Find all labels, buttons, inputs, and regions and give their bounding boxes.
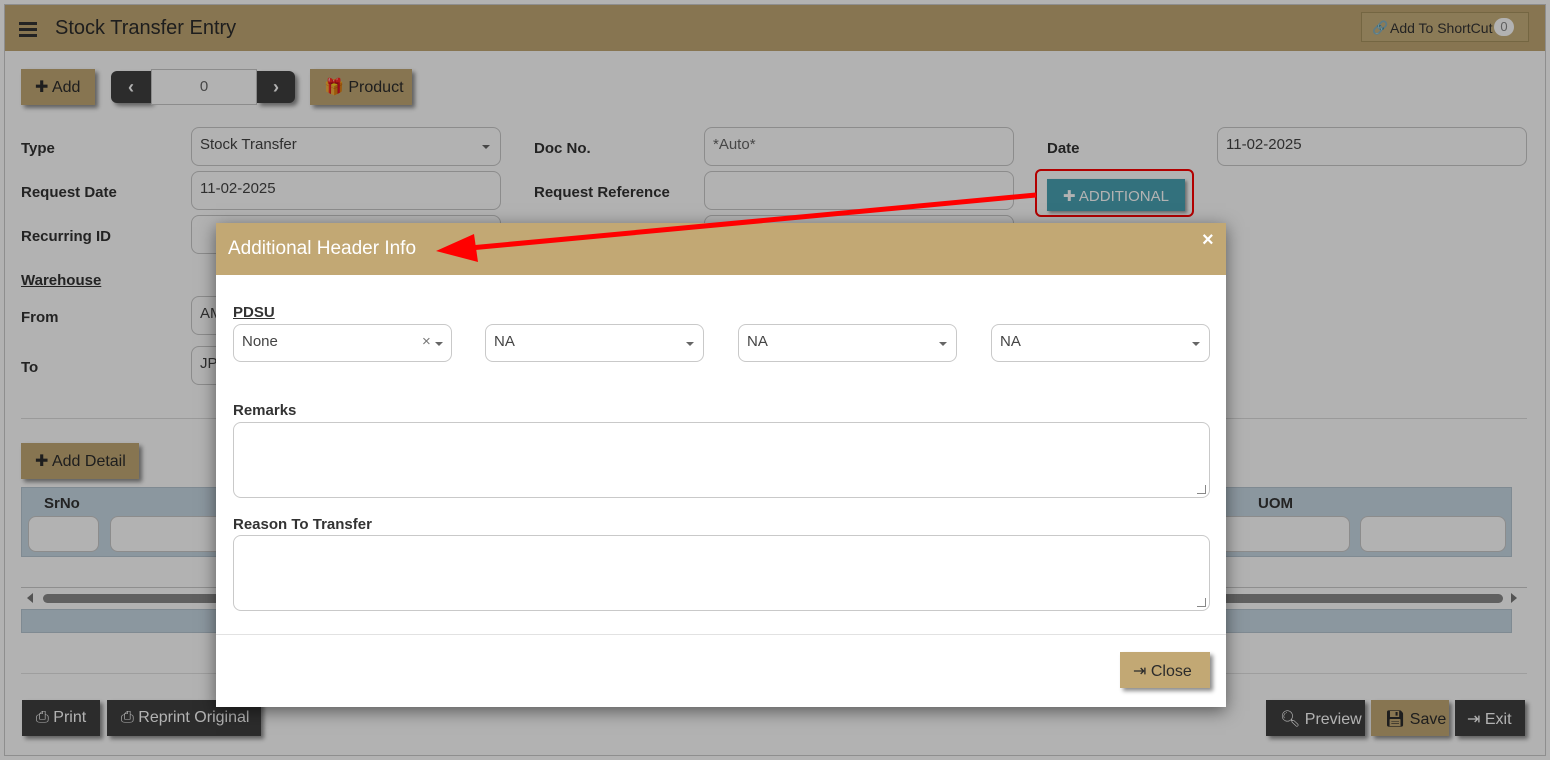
remarks-label: Remarks	[233, 402, 297, 419]
modal-footer-divider	[216, 634, 1226, 635]
chevron-down-icon	[939, 342, 947, 346]
chevron-down-icon	[435, 342, 443, 346]
modal-title: Additional Header Info	[228, 238, 417, 259]
modal-header: Additional Header Info ×	[216, 223, 1226, 275]
reason-to-transfer-textarea[interactable]	[233, 535, 1210, 611]
close-icon[interactable]: ×	[1202, 229, 1214, 252]
pdsu-select-4-value: NA	[1000, 333, 1021, 350]
resize-grip-icon[interactable]	[1197, 485, 1206, 494]
chevron-down-icon	[686, 342, 694, 346]
modal-close-button[interactable]: ⇥ Close	[1120, 652, 1210, 688]
close-label: Close	[1150, 663, 1192, 680]
sign-out-icon: ⇥	[1133, 663, 1147, 680]
resize-grip-icon[interactable]	[1197, 598, 1206, 607]
pdsu-select-3[interactable]: NA	[738, 324, 957, 362]
pdsu-select-1-value: None	[242, 333, 278, 350]
pdsu-select-2[interactable]: NA	[485, 324, 704, 362]
pdsu-select-4[interactable]: NA	[991, 324, 1210, 362]
remarks-textarea[interactable]	[233, 422, 1210, 498]
pdsu-select-2-value: NA	[494, 333, 515, 350]
pdsu-select-3-value: NA	[747, 333, 768, 350]
pdsu-label: PDSU	[233, 304, 275, 321]
clear-selection-icon[interactable]: ×	[422, 333, 431, 350]
additional-header-info-modal: Additional Header Info × PDSU None × NA …	[216, 223, 1226, 707]
pdsu-select-1[interactable]: None ×	[233, 324, 452, 362]
reason-to-transfer-label: Reason To Transfer	[233, 516, 372, 533]
chevron-down-icon	[1192, 342, 1200, 346]
